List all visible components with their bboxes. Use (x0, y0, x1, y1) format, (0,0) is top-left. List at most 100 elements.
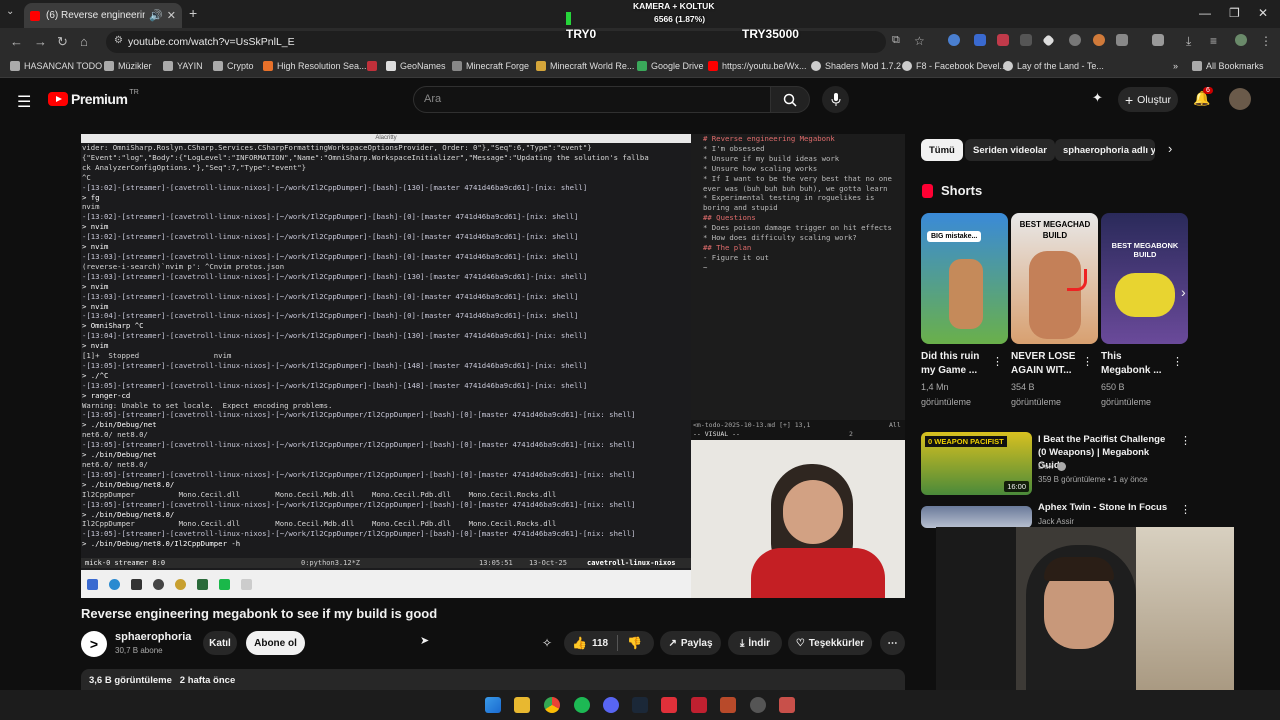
chrome-menu-icon[interactable]: ⋮ (1260, 34, 1272, 48)
video-menu-icon[interactable]: ⋮ (1180, 434, 1191, 447)
short-title[interactable]: Did this ruin my Game ... (921, 350, 991, 378)
extension-icon[interactable] (948, 34, 960, 46)
video-title[interactable]: Aphex Twin - Stone In Focus (1038, 502, 1167, 513)
forward-icon[interactable]: → (34, 34, 47, 49)
share-button[interactable]: ↗ Paylaş (660, 631, 721, 655)
reading-list-icon[interactable] (1152, 34, 1164, 46)
spotify-icon[interactable] (574, 697, 590, 713)
search-input[interactable]: Ara (413, 86, 771, 113)
like-button[interactable]: 👍 118 (572, 636, 608, 650)
notes-line: * I'm obsessed (703, 143, 765, 153)
browser-tab-active[interactable]: (6) Reverse engineering megabonk to see … (24, 3, 182, 28)
bookmark-item[interactable]: Google Drive (637, 61, 704, 71)
channel-avatar[interactable]: > (81, 631, 107, 657)
more-bookmarks-icon[interactable]: » (1173, 61, 1178, 71)
bookmark-item[interactable]: HASANCAN TODO (10, 61, 102, 71)
youtube-logo[interactable]: Premium TR (48, 89, 139, 107)
menu-icon[interactable]: ☰ (17, 92, 31, 112)
media-control-icon[interactable]: ≡ (1210, 34, 1217, 48)
bookmark-item[interactable]: YAYIN (163, 61, 203, 71)
join-button[interactable]: Katıl (203, 631, 237, 655)
bookmark-item[interactable]: Shaders Mod 1.7.2 (811, 61, 901, 71)
chips-next-icon[interactable]: › (1168, 141, 1172, 156)
bookmark-item[interactable]: Müzikler (104, 61, 152, 71)
chrome-icon[interactable] (544, 697, 560, 713)
video-thumbnail[interactable]: 0 WEAPON PACIFIST 16:00 (921, 432, 1032, 495)
dislike-button[interactable]: 👎 (627, 636, 642, 650)
obs-icon[interactable] (750, 697, 766, 713)
chip-series[interactable]: Seriden videolar (965, 139, 1055, 161)
close-window-icon[interactable]: ✕ (1258, 6, 1268, 20)
minimize-icon[interactable]: — (1199, 6, 1211, 20)
extension-icon[interactable] (1069, 34, 1081, 46)
site-info-icon[interactable]: ⚙ (114, 35, 123, 46)
short-thumbnail[interactable]: BIG mistake... (921, 213, 1008, 344)
gemini-icon[interactable]: ✦ (1092, 90, 1103, 106)
all-bookmarks[interactable]: All Bookmarks (1192, 61, 1264, 71)
video-player[interactable]: Alacritty vider: OmniSharp.Roslyn.CSharp… (81, 134, 905, 598)
megabonk-icon[interactable] (720, 697, 736, 713)
short-thumbnail[interactable]: BEST MEGACHAD BUILD (1011, 213, 1098, 344)
bookmark-item[interactable]: F8 - Facebook Devel... (902, 61, 1007, 71)
bookmark-item[interactable]: Minecraft World Re... (536, 61, 634, 71)
bookmark-star-icon[interactable]: ☆ (914, 34, 925, 48)
file-explorer-icon[interactable] (514, 697, 530, 713)
app-icon[interactable] (661, 697, 677, 713)
bookmark-item[interactable]: High Resolution Sea... (263, 61, 367, 71)
extension-icon[interactable] (1020, 34, 1032, 46)
extensions-puzzle-icon[interactable] (1116, 34, 1128, 46)
short-menu-icon[interactable]: ⋮ (1172, 355, 1183, 368)
short-title[interactable]: NEVER LOSE AGAIN WIT... (1011, 350, 1085, 378)
extension-icon[interactable] (997, 34, 1009, 46)
tab-search-icon[interactable]: ⌄ (6, 6, 14, 17)
video-channel[interactable]: Jack Assir (1038, 517, 1074, 526)
shorts-next-icon[interactable]: › (1181, 284, 1186, 300)
windows-start-icon[interactable] (485, 697, 501, 713)
discord-icon[interactable] (603, 697, 619, 713)
bookmark-item[interactable] (367, 61, 381, 71)
nvim-mode-count: 2 (849, 430, 853, 438)
youtube-favicon-icon (30, 10, 40, 21)
download-button[interactable]: ⤓ İndir (728, 631, 782, 655)
short-thumbnail[interactable]: BEST MEGABONK BUILD (1101, 213, 1188, 344)
download-icon[interactable]: ⤓ (1186, 34, 1191, 49)
bookmark-item[interactable]: Crypto (213, 61, 254, 71)
app-icon[interactable] (779, 697, 795, 713)
bookmark-item[interactable]: GeoNames (386, 61, 446, 71)
back-icon[interactable]: ← (10, 34, 23, 49)
create-button[interactable]: + Oluştur (1118, 87, 1178, 112)
search-button[interactable] (770, 86, 810, 113)
channel-name[interactable]: sphaerophoria (115, 631, 191, 643)
thanks-button[interactable]: ♡ Teşekkürler (788, 631, 872, 655)
bookmark-label: Minecraft Forge (466, 61, 530, 71)
chip-all[interactable]: Tümü (921, 139, 963, 161)
more-actions-button[interactable]: ⋯ (880, 631, 905, 655)
reload-icon[interactable]: ↻ (57, 34, 68, 50)
app-icon[interactable] (691, 697, 707, 713)
bookmark-item[interactable]: Minecraft Forge (452, 61, 529, 71)
bookmark-item[interactable]: Lay of the Land - Te... (1003, 61, 1104, 71)
tab-audio-icon[interactable]: 🔊 (149, 9, 163, 22)
tab-close-icon[interactable]: ✕ (167, 9, 176, 22)
short-title[interactable]: This Megabonk ... (1101, 350, 1167, 378)
short-menu-icon[interactable]: ⋮ (1082, 355, 1093, 368)
video-menu-icon[interactable]: ⋮ (1180, 503, 1191, 516)
gift-icon[interactable]: ✧ (542, 636, 552, 650)
voice-search-button[interactable] (822, 86, 849, 113)
install-app-icon[interactable]: ⧉ (892, 34, 900, 47)
video-channel[interactable]: Dex (1038, 461, 1053, 471)
chip-channel[interactable]: sphaerophoria adlı yü (1055, 139, 1155, 161)
home-icon[interactable]: ⌂ (80, 34, 88, 49)
extension-icon[interactable] (1093, 34, 1105, 46)
maximize-icon[interactable]: ❐ (1229, 6, 1240, 20)
profile-icon[interactable] (1235, 34, 1247, 46)
extension-icon[interactable] (974, 34, 986, 46)
terminal-line: -[13:05]-[streamer]-[cavetroll-linux-nix… (82, 440, 636, 450)
short-menu-icon[interactable]: ⋮ (992, 355, 1003, 368)
steam-icon[interactable] (632, 697, 648, 713)
subscribe-button[interactable]: Abone ol (246, 631, 305, 655)
account-avatar[interactable] (1229, 88, 1251, 110)
new-tab-button[interactable]: + (189, 5, 197, 21)
video-thumbnail[interactable] (921, 506, 1032, 528)
bookmark-item[interactable]: https://youtu.be/Wx... (708, 61, 807, 71)
